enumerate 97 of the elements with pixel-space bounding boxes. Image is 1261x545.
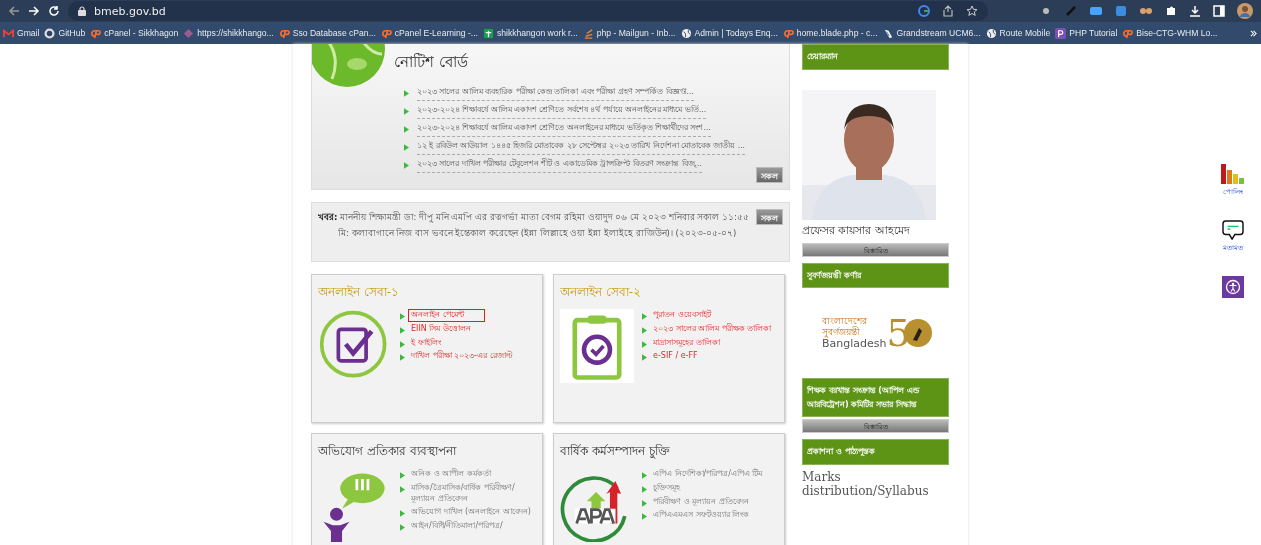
logo-text: বাংলাদেশের সুবর্ণজয়ন্তী bbox=[822, 315, 868, 338]
bullet-icon bbox=[642, 313, 647, 320]
bullet-icon bbox=[400, 354, 405, 362]
card-link[interactable]: চুক্তিসমূহ bbox=[650, 481, 683, 495]
bullet-icon bbox=[400, 510, 405, 518]
back-icon[interactable] bbox=[8, 5, 20, 17]
bookmark[interactable]: Sso Database cPan... bbox=[278, 27, 376, 39]
card-link[interactable]: ২০২৩ সালের আলিম পরীক্ষক তালিকা bbox=[650, 322, 775, 336]
bullet-icon bbox=[404, 107, 409, 115]
sheet-icon bbox=[482, 27, 494, 39]
bullet-icon bbox=[400, 340, 405, 348]
reload-icon[interactable] bbox=[48, 5, 60, 17]
section-heading: শিক্ষক বরখাস্ত সংক্রান্ত (আপিল এন্ড আরবিট্রেশন) কমিটির সভার সিদ্ধান্ত bbox=[802, 378, 949, 418]
section-heading: প্রকাশনা ও পাঠ্যপুস্তক bbox=[802, 439, 949, 465]
card-link[interactable]: মাসিক/ত্রৈমাসিক/বার্ষিক পরিবীক্ষণ/ মূল্যায়ন প্রতিবেদন bbox=[408, 481, 536, 506]
card-link[interactable]: e-SIF / e-FF bbox=[650, 350, 701, 364]
bar-chart-icon[interactable] bbox=[1221, 164, 1245, 184]
all-button[interactable]: সকল bbox=[756, 209, 783, 225]
p-logo-icon bbox=[1055, 27, 1067, 39]
cp-logo-icon bbox=[380, 27, 392, 39]
section-heading: চেয়ারম্যান bbox=[802, 44, 949, 70]
screen-icon[interactable] bbox=[1089, 5, 1103, 17]
bullet-icon bbox=[404, 125, 409, 133]
bookmark[interactable]: Admin | Todays Enq... bbox=[680, 27, 778, 39]
card-link[interactable]: দাখিল পরীক্ষা ২০২৩-এর রেজাল্ট bbox=[408, 350, 516, 364]
mail-icon bbox=[3, 27, 14, 39]
square-icon[interactable] bbox=[1115, 5, 1127, 17]
lock-icon bbox=[78, 6, 86, 16]
bookmark[interactable]: cPanel E-Learning -... bbox=[380, 27, 478, 39]
bullet-icon bbox=[400, 313, 405, 320]
card-title: অভিযোগ প্রতিকার ব্যবস্থাপনা bbox=[318, 443, 458, 460]
share-icon[interactable] bbox=[942, 5, 954, 17]
bullet-icon bbox=[642, 326, 647, 334]
download-icon[interactable] bbox=[1189, 5, 1201, 17]
chat-bubble-icon[interactable] bbox=[1221, 220, 1245, 240]
bullet-icon bbox=[642, 354, 647, 362]
bullet-icon bbox=[404, 143, 409, 151]
globe-icon bbox=[985, 27, 997, 39]
url-text: bmeb.gov.bd bbox=[94, 4, 167, 18]
card-link[interactable]: অনিক ও আপীল কর্মকর্তা bbox=[408, 468, 494, 481]
google-icon[interactable] bbox=[918, 5, 930, 17]
bookmark[interactable]: PHP Tutorial bbox=[1055, 27, 1118, 39]
bookmark[interactable]: https://shikkhango... bbox=[183, 27, 274, 39]
news-text: খবর: মাননীয় শিক্ষামন্ত্রী ডা: দীপু মনি এমপি এর রত্নগর্ভা মাতা বেগম রহিমা ওয়াদুদ ০৬ মে ২০২৩ শনিবার সকাল ১১:৫৫ মি: কলাবাগানে নিজ বাস ভবনে ইন্তেকাল করেছেন (ইন্না লিল্লাহে ওয়া ইন্না ইলাইহে রাজিউন)। (২০২৩-০৫-০৭) bbox=[318, 210, 750, 241]
stack-icon bbox=[582, 27, 594, 39]
bullet-icon bbox=[404, 89, 409, 97]
clipboard-icon bbox=[560, 309, 634, 383]
address-bar[interactable]: bmeb.gov.bd bbox=[68, 1, 988, 21]
bookmark[interactable]: php - Mailgun - Inb... bbox=[582, 27, 676, 39]
cp-logo-icon bbox=[782, 27, 794, 39]
notice-board-title: নোটিশ বোর্ড bbox=[394, 52, 470, 73]
bookmark[interactable]: home.blade.php - c... bbox=[782, 27, 878, 39]
avatar-icon[interactable] bbox=[1237, 3, 1253, 19]
card-link[interactable]: অভিযোগ দাখিল (অনলাইনে আবেদন) bbox=[408, 506, 534, 520]
bookmark[interactable]: cPanel - Sikkhagon bbox=[90, 27, 179, 39]
accessibility-icon[interactable] bbox=[1222, 276, 1244, 298]
cp-logo-icon bbox=[90, 27, 102, 39]
bullet-icon bbox=[642, 513, 647, 521]
bullet-icon bbox=[400, 524, 405, 532]
bullet-icon bbox=[642, 499, 647, 507]
card-title: অনলাইন সেবা-২ bbox=[560, 284, 643, 301]
bookmark[interactable]: Grandstream UCM6... bbox=[882, 27, 981, 39]
card-link[interactable]: EIIN সিম উত্তোলন bbox=[408, 322, 474, 336]
card-link[interactable]: অনলাইন পেমেন্ট bbox=[408, 309, 485, 322]
card-link[interactable]: এপিএ নির্দেশিকা/পরিপত্র/এপিএ টিম bbox=[650, 468, 766, 481]
star-icon[interactable] bbox=[966, 5, 978, 17]
bullet-icon bbox=[400, 326, 405, 334]
cp-logo-icon bbox=[1122, 27, 1134, 39]
globe-icon bbox=[680, 27, 692, 39]
bookmark[interactable]: Gmail bbox=[3, 27, 40, 39]
forward-icon[interactable] bbox=[28, 5, 40, 17]
sidebar-link[interactable]: Marks distribution/Syllabus bbox=[802, 470, 949, 499]
bullet-icon bbox=[642, 485, 647, 493]
logo-text: Bangladesh bbox=[822, 337, 887, 351]
bookmark[interactable]: GitHub bbox=[44, 27, 86, 39]
bullet-icon bbox=[404, 161, 409, 169]
card-link[interactable]: ই ফাইলিং bbox=[408, 336, 444, 350]
chairman-name: প্রফেসর কায়সার আহমেদ bbox=[802, 222, 911, 239]
bookmark[interactable]: shikkhangon work r... bbox=[482, 27, 578, 39]
all-button[interactable]: সকল bbox=[756, 167, 783, 183]
card-link[interactable]: আইন/বিধি/নীতিমালা/পরিপত্র/ bbox=[408, 520, 506, 533]
section-heading: সুবর্ণজয়ন্তী কর্ণার bbox=[802, 262, 949, 289]
card-title: অনলাইন সেবা-১ bbox=[318, 284, 401, 301]
card-link[interactable]: এপিএএমএস সফটওয়্যার লিংক bbox=[650, 509, 753, 523]
cp-logo-icon bbox=[278, 27, 290, 39]
diamond-icon bbox=[183, 27, 195, 39]
bullet-icon bbox=[642, 340, 647, 348]
card-link[interactable]: পুরাতন ওয়েবসাইট bbox=[650, 309, 714, 322]
bullet-icon bbox=[400, 472, 405, 479]
bullet-icon bbox=[642, 472, 647, 479]
bullet-icon bbox=[400, 485, 405, 493]
card-link[interactable]: মাদ্রাসাসমূহের তালিকা bbox=[650, 336, 723, 350]
sidepanel-icon[interactable] bbox=[1213, 5, 1225, 17]
bookmark[interactable]: Route Mobile bbox=[985, 27, 1051, 39]
card-link[interactable]: পরিবীক্ষণ ও মূল্যায়ন প্রতিবেদন bbox=[650, 495, 752, 509]
bookmark[interactable]: Bise-CTG-WHM Lo... bbox=[1122, 27, 1218, 39]
card-title: বার্ষিক কর্মসম্পাদন চুক্তি bbox=[560, 443, 671, 461]
